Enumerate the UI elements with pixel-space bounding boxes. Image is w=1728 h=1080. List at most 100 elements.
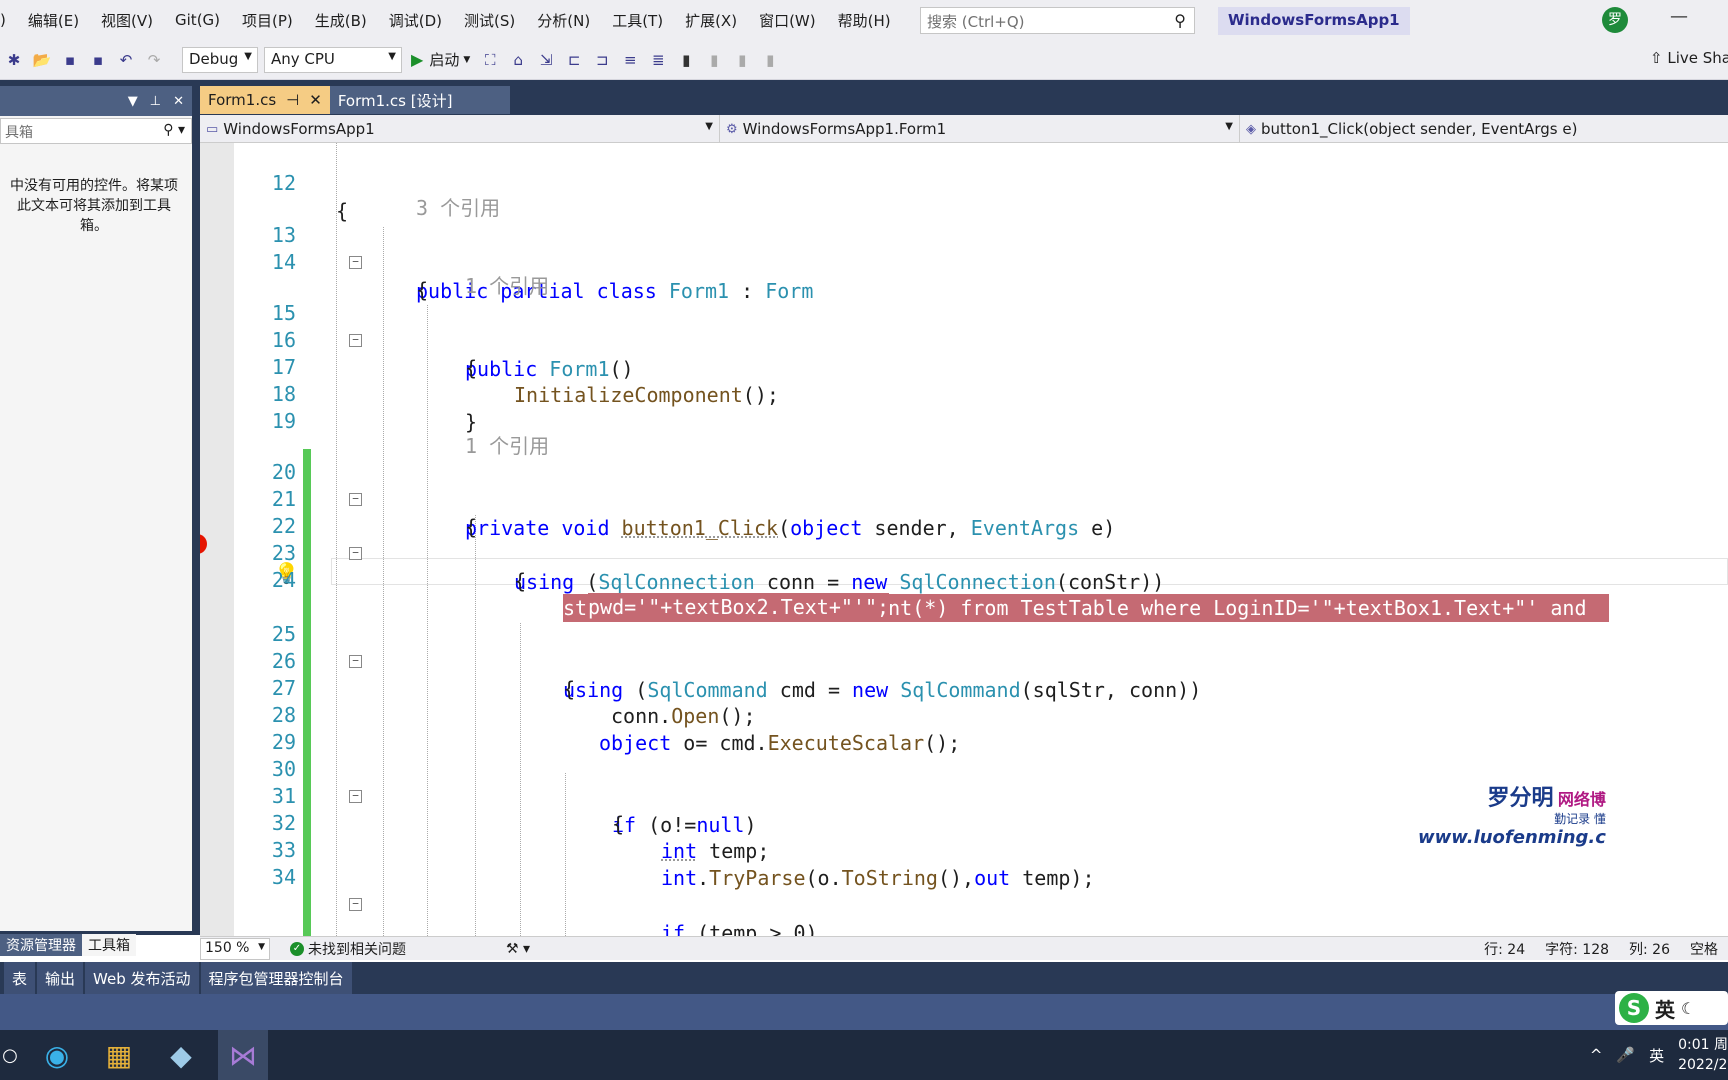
app-icon[interactable]: ◆ [156,1030,206,1080]
code-line: 19 [200,379,1728,433]
menu-item-view[interactable]: 视图(V) [90,10,164,31]
menu-item-project[interactable]: 项目(P) [231,10,304,31]
start-button[interactable]: ▶ 启动 ▼ [411,49,470,70]
code-line: 22 − using (SqlConnection conn = new Sql… [200,484,1728,594]
close-icon[interactable]: ✕ [309,91,322,109]
prev-bookmark-icon[interactable]: ▮ [702,48,726,72]
cursor-position: 行: 24 字符: 128 列: 26 空格 [1484,939,1728,959]
search-input[interactable]: 搜索 (Ctrl+Q) ⚲ [920,7,1195,34]
search-placeholder: 搜索 (Ctrl+Q) [927,13,1025,31]
brush-icon[interactable]: ⚒ ▾ [506,941,530,957]
pin-icon[interactable]: ⊣ [286,91,299,109]
layout-icon[interactable]: ⊏ [562,48,586,72]
issues-status[interactable]: 未找到相关问题 [308,939,406,959]
next-bookmark-icon[interactable]: ▮ [730,48,754,72]
tab-form1-cs[interactable]: Form1.cs ⊣ ✕ [200,86,330,114]
ime-toolbar[interactable]: S 英 ☾ [1615,991,1728,1025]
chevron-up-icon[interactable]: ^ [1590,1046,1603,1064]
watermark: 罗分明 网络博 勤记录 懂 www.luofenming.c [1418,786,1606,848]
col-info[interactable]: 列: 26 [1629,939,1670,959]
platform-dropdown[interactable]: Any CPU ▼ [264,46,402,73]
code-line: 16 { [200,298,1728,380]
watermark-tag: 勤记录 懂 [1554,812,1606,827]
left-panel-tabs: 资源管理器 工具箱 [0,934,192,956]
code-line: 23 { [200,511,1728,593]
method-icon: ◈ [1246,121,1256,137]
edge-icon[interactable]: ◉ [32,1030,82,1080]
minimize-icon[interactable]: — [1670,6,1688,27]
menu-item-debug[interactable]: 调试(D) [378,10,453,31]
zoom-dropdown[interactable]: 150 % ▼ [200,937,270,960]
avatar[interactable]: 罗 [1602,7,1628,33]
bookmark-icon[interactable]: ▮ [674,48,698,72]
menu-item-analyze[interactable]: 分析(N) [526,10,601,31]
panel-menu-icon[interactable]: ▼ [128,94,138,109]
menu-item-window[interactable]: 窗口(W) [748,10,827,31]
toolbox-search-text: 具箱 [5,125,33,141]
redo-icon[interactable]: ↷ [142,48,166,72]
member-dropdown[interactable]: ◈ button1_Click(object sender, EventArgs… [1240,115,1728,143]
menu-item-git[interactable]: Git(G) [164,11,231,29]
visual-studio-icon[interactable]: ⋈ [218,1030,268,1080]
save-icon[interactable]: ▪ [58,48,82,72]
tab-package-manager-console[interactable]: 程序包管理器控制台 [200,961,352,995]
bottom-tool-tabs: 表 输出 Web 发布活动 程序包管理器控制台 [0,961,1728,995]
new-project-icon[interactable]: ✱ [2,48,26,72]
toolbar: ✱ 📂 ▪ ▪ ↶ ↷ Debug ▼ Any CPU ▼ ▶ 启动 ▼ ⛶ ⌂… [0,40,1728,80]
play-icon: ▶ [411,50,424,69]
close-icon[interactable]: ✕ [173,94,184,109]
undo-icon[interactable]: ↶ [114,48,138,72]
class-icon: ⚙ [726,121,738,137]
clock[interactable]: 0:01 周 2022/2 [1678,1035,1728,1075]
menu-item-help[interactable]: 帮助(H) [827,10,902,31]
menu-item-file-partial[interactable]: ) [0,11,17,29]
code-editor[interactable]: 💡 12 { 3 个引用 13 − public partial class F… [200,143,1728,936]
code-line-breakpoint: 24 string sqlStr = "select count(*) from… [200,538,1728,622]
toolbox-search-input[interactable]: 具箱 ⚲ ▾ [0,118,192,144]
clear-bookmarks-icon[interactable]: ▮ [758,48,782,72]
open-folder-icon[interactable]: 📂 [30,48,54,72]
code-line: 31 { [200,754,1728,836]
live-share-button[interactable]: ⇧ Live Sha [1650,49,1728,67]
char-info[interactable]: 字符: 128 [1545,939,1609,959]
menu-item-edit[interactable]: 编辑(E) [17,10,90,31]
whitespace-info[interactable]: 空格 [1690,939,1718,959]
step-icon[interactable]: ⇲ [534,48,558,72]
collapse-icon[interactable]: − [349,898,362,911]
class-dropdown[interactable]: ⚙ WindowsFormsApp1.Form1 ▼ [720,115,1240,143]
app-icon[interactable]: ▦ [94,1030,144,1080]
tab-toolbox[interactable]: 工具箱 [82,934,136,956]
menu-item-build[interactable]: 生成(B) [304,10,378,31]
watermark-name: 罗分明 [1487,786,1554,811]
input-language[interactable]: 英 [1649,1045,1664,1066]
tab-form1-designer[interactable]: Form1.cs [设计] [329,86,510,114]
project-dropdown[interactable]: ▭ WindowsFormsApp1 ▼ [200,115,720,143]
config-dropdown[interactable]: Debug ▼ [182,46,258,73]
hot-reload-icon[interactable]: ⌂ [506,48,530,72]
code-line: 17 InitializeComponent(); [200,325,1728,407]
browse-icon[interactable]: ⛶ [478,48,502,72]
menu-item-extensions[interactable]: 扩展(X) [674,10,748,31]
search-icon: ⚲ ▾ [163,122,185,138]
tab-output[interactable]: 输出 [37,961,84,995]
code-line: 25 − using (SqlCommand cmd = new SqlComm… [200,592,1728,702]
uncomment-icon[interactable]: ≣ [646,48,670,72]
menu-item-test[interactable]: 测试(S) [453,10,526,31]
reference-hint: 3 个引用 [200,166,1728,220]
zoom-value: 150 % [205,939,250,956]
layout-icon[interactable]: ⊐ [590,48,614,72]
tab-error-list[interactable]: 表 [4,961,36,995]
save-all-icon[interactable]: ▪ [86,48,110,72]
menu-item-tools[interactable]: 工具(T) [601,10,674,31]
search-icon: ⚲ [1174,11,1186,30]
code-line: 28 object o= cmd.ExecuteScalar(); [200,673,1728,755]
row-info[interactable]: 行: 24 [1484,939,1525,959]
comment-icon[interactable]: ≡ [618,48,642,72]
chevron-down-icon: ▼ [244,50,252,62]
pin-icon[interactable]: ⊥ [150,94,161,109]
tab-web-publish[interactable]: Web 发布活动 [85,961,199,995]
microphone-icon[interactable]: 🎤 [1616,1046,1635,1064]
member-value: button1_Click(object sender, EventArgs e… [1261,120,1578,138]
search-icon[interactable]: ○ [0,1030,20,1080]
tab-solution-explorer[interactable]: 资源管理器 [0,934,82,956]
